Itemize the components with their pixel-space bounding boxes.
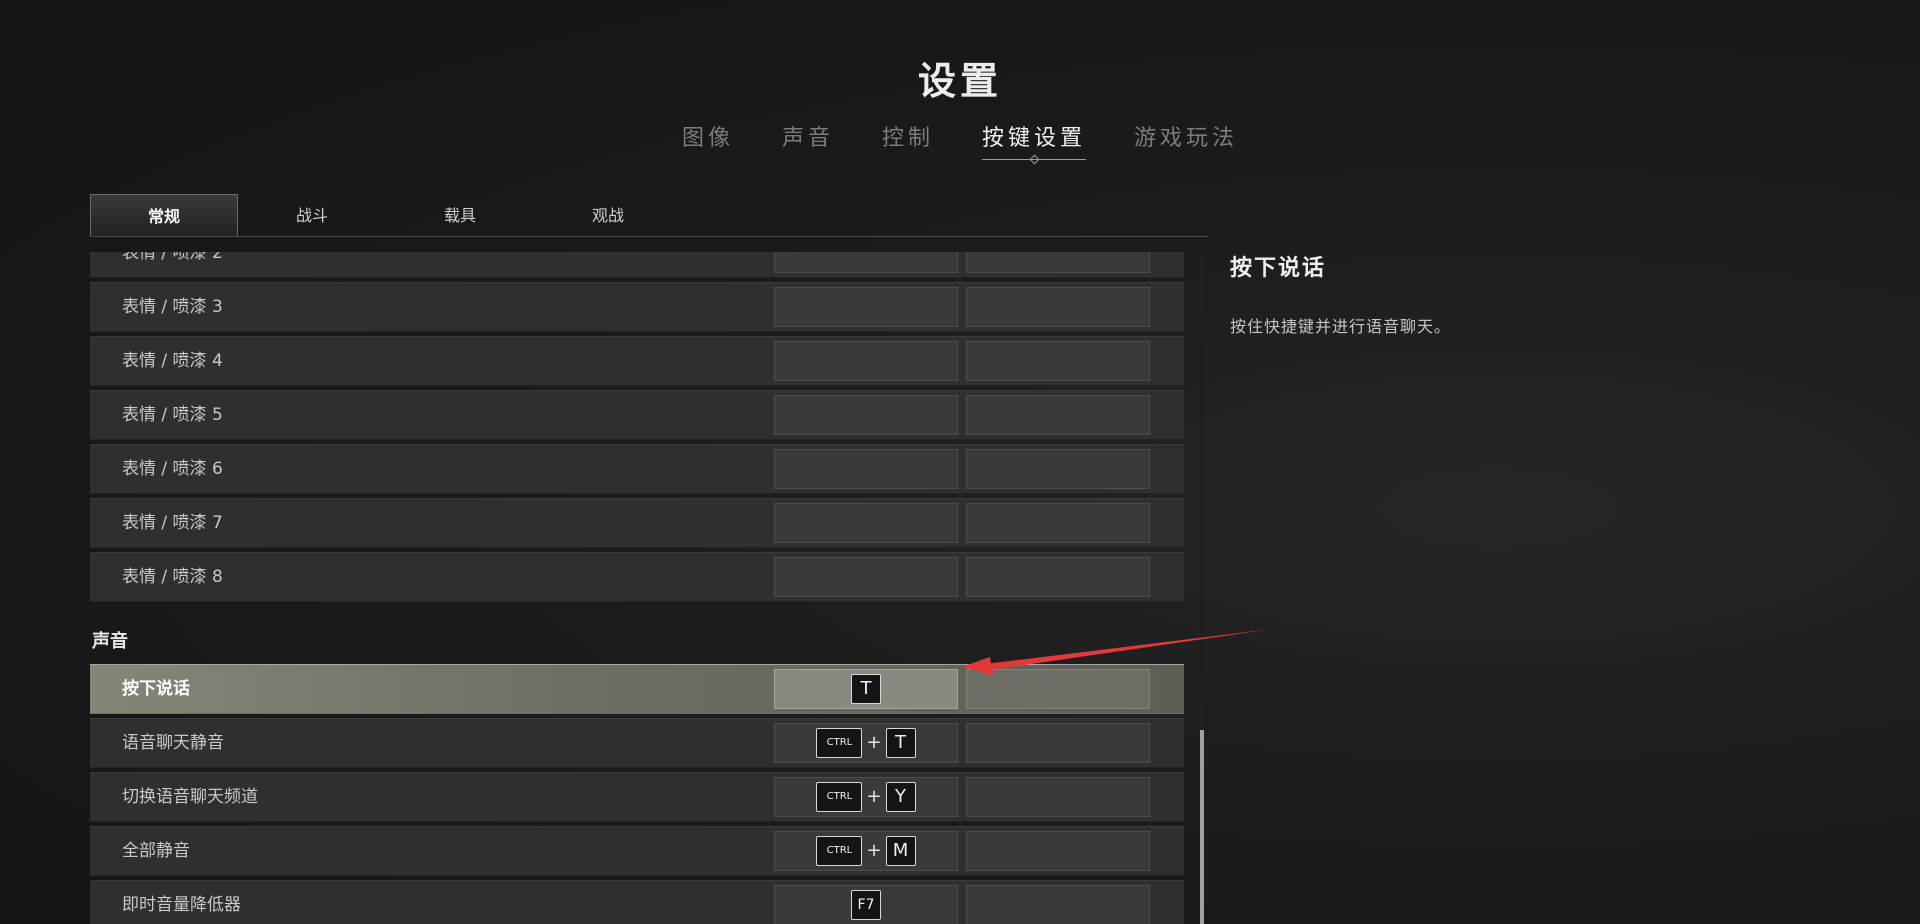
secondary-key-slot[interactable] (966, 831, 1150, 871)
sub-tab-bar: 常规 战斗 载具 观战 (90, 194, 1208, 237)
secondary-key-slot[interactable] (966, 341, 1150, 381)
primary-key-slot[interactable] (774, 557, 958, 597)
subtab-vehicle[interactable]: 载具 (386, 194, 534, 236)
tab-gameplay[interactable]: 游戏玩法 (1134, 120, 1238, 160)
keybind-row-push-to-talk[interactable]: 按下说话 T (90, 664, 1184, 714)
subtab-spectate[interactable]: 观战 (534, 194, 682, 236)
plus-sign: + (866, 732, 882, 753)
description-title: 按下说话 (1230, 256, 1327, 281)
keybind-row[interactable]: 切换语音聊天频道 CTRL + Y (90, 772, 1184, 822)
plus-sign: + (866, 786, 882, 807)
secondary-key-slot[interactable] (966, 669, 1150, 709)
secondary-key-slot[interactable] (966, 885, 1150, 924)
keybind-row[interactable]: 表情 / 喷漆 4 (90, 336, 1184, 386)
keycap: T (851, 674, 881, 704)
keybind-label: 表情 / 喷漆 5 (122, 405, 223, 425)
keybind-row[interactable]: 表情 / 喷漆 5 (90, 390, 1184, 440)
keybind-row[interactable]: 即时音量降低器 F7 (90, 880, 1184, 924)
keybind-row[interactable]: 表情 / 喷漆 2 (90, 252, 1184, 278)
keybind-label: 表情 / 喷漆 7 (122, 513, 223, 533)
secondary-key-slot[interactable] (966, 503, 1150, 543)
keycap: Y (885, 782, 916, 812)
primary-key-slot[interactable] (774, 287, 958, 327)
keybind-row[interactable]: 全部静音 CTRL + M (90, 826, 1184, 876)
subtab-combat[interactable]: 战斗 (238, 194, 386, 236)
keybind-row[interactable]: 表情 / 喷漆 6 (90, 444, 1184, 494)
primary-key-slot[interactable] (774, 503, 958, 543)
keybind-label: 即时音量降低器 (122, 895, 241, 915)
primary-key-slot[interactable]: CTRL + Y (774, 777, 958, 817)
primary-key-slot[interactable] (774, 449, 958, 489)
section-title-voice: 声音 (92, 631, 128, 652)
keybind-row[interactable]: 表情 / 喷漆 3 (90, 282, 1184, 332)
keybind-label: 表情 / 喷漆 4 (122, 351, 223, 371)
primary-key-slot[interactable]: F7 (774, 885, 958, 924)
secondary-key-slot[interactable] (966, 777, 1150, 817)
primary-key-slot[interactable] (774, 252, 958, 273)
scrollbar-thumb[interactable] (1200, 730, 1204, 924)
description-text: 按住快捷键并进行语音聊天。 (1230, 317, 1452, 336)
tab-control[interactable]: 控制 (882, 120, 934, 160)
tab-keybindings[interactable]: 按键设置 (982, 120, 1087, 160)
keybind-label: 语音聊天静音 (122, 733, 224, 753)
plus-sign: + (866, 840, 882, 861)
keycap-modifier: CTRL (816, 836, 863, 866)
secondary-key-slot[interactable] (966, 723, 1150, 763)
subtab-general[interactable]: 常规 (90, 194, 238, 236)
keycap-modifier: CTRL (816, 782, 863, 812)
keycap-modifier: CTRL (816, 728, 863, 758)
secondary-key-slot[interactable] (966, 252, 1150, 273)
keybinding-list: 表情 / 喷漆 2 表情 / 喷漆 3 表情 / 喷漆 4 表情 / 喷漆 5 … (90, 252, 1184, 924)
primary-key-slot[interactable] (774, 395, 958, 435)
primary-key-slot[interactable]: CTRL + T (774, 723, 958, 763)
keybind-row[interactable]: 语音聊天静音 CTRL + T (90, 718, 1184, 768)
keycap: M (885, 836, 916, 866)
keycap: F7 (851, 890, 881, 920)
primary-key-slot[interactable]: T (774, 669, 958, 709)
keybind-label: 切换语音聊天频道 (122, 787, 258, 807)
tab-sound[interactable]: 声音 (782, 120, 834, 160)
keybind-label: 表情 / 喷漆 2 (122, 252, 223, 263)
secondary-key-slot[interactable] (966, 287, 1150, 327)
secondary-key-slot[interactable] (966, 557, 1150, 597)
primary-key-slot[interactable]: CTRL + M (774, 831, 958, 871)
keybind-label: 全部静音 (122, 841, 190, 861)
keybind-row[interactable]: 表情 / 喷漆 8 (90, 552, 1184, 602)
secondary-key-slot[interactable] (966, 395, 1150, 435)
top-tab-bar: 图像 声音 控制 按键设置 游戏玩法 (0, 120, 1920, 160)
keybind-label: 表情 / 喷漆 6 (122, 459, 223, 479)
keybind-label: 表情 / 喷漆 3 (122, 297, 223, 317)
primary-key-slot[interactable] (774, 341, 958, 381)
list-scrollbar[interactable] (1200, 250, 1204, 924)
page-title: 设置 (917, 59, 1002, 103)
keybind-label: 表情 / 喷漆 8 (122, 567, 223, 587)
tab-graphics[interactable]: 图像 (682, 120, 734, 160)
secondary-key-slot[interactable] (966, 449, 1150, 489)
keybind-label: 按下说话 (122, 679, 190, 699)
keybind-row[interactable]: 表情 / 喷漆 7 (90, 498, 1184, 548)
keycap: T (885, 728, 916, 758)
